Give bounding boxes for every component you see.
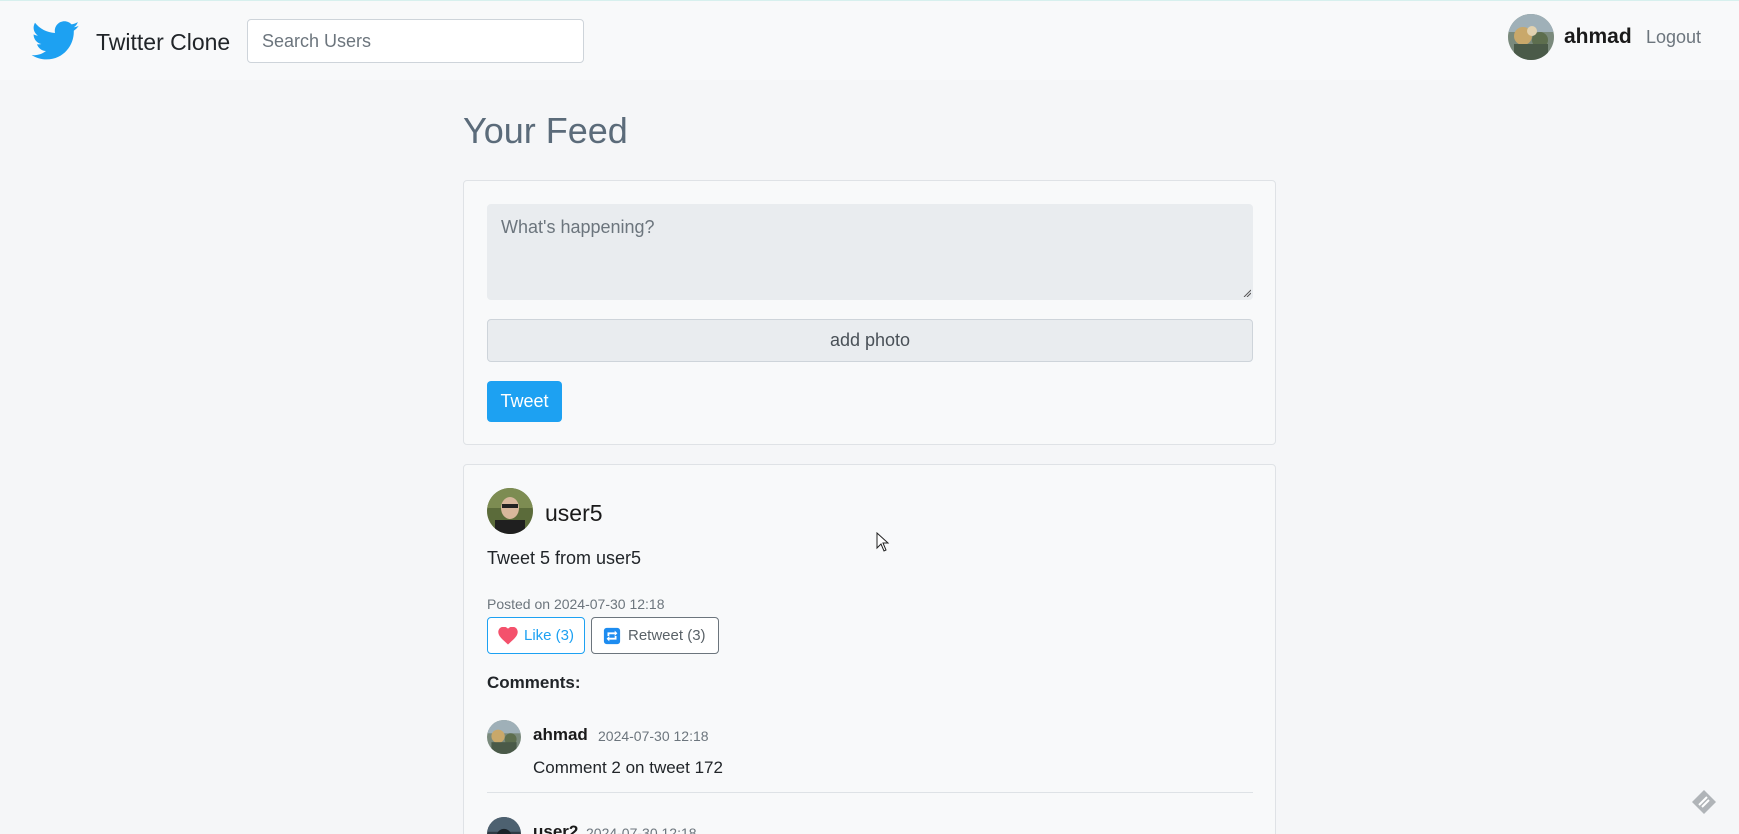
tweet-timestamp: Posted on 2024-07-30 12:18: [487, 596, 665, 612]
comments-heading: Comments:: [487, 673, 581, 692]
logout-link[interactable]: Logout: [1646, 27, 1701, 48]
comment-timestamp: 2024-07-30 12:18: [586, 825, 697, 834]
page-title: Your Feed: [463, 110, 628, 151]
avatar[interactable]: [487, 488, 533, 534]
avatar[interactable]: [487, 817, 521, 834]
tweet-button[interactable]: Tweet: [487, 381, 562, 422]
twitter-bird-icon[interactable]: [30, 21, 82, 61]
tweet-compose-input[interactable]: [487, 204, 1253, 300]
comment-divider: [487, 792, 1253, 793]
tweet-content: Tweet 5 from user5: [487, 548, 642, 568]
retweet-icon: [603, 627, 621, 645]
add-photo-button[interactable]: add photo: [487, 319, 1253, 362]
corner-widget-icon[interactable]: [1690, 788, 1718, 816]
like-label: Like (3): [524, 627, 575, 644]
brand-name[interactable]: Twitter Clone: [96, 29, 230, 56]
retweet-button[interactable]: Retweet (3): [591, 617, 719, 654]
avatar[interactable]: [487, 720, 521, 754]
avatar[interactable]: [1508, 14, 1554, 60]
comment-timestamp: 2024-07-30 12:18: [598, 728, 709, 744]
comment-username[interactable]: ahmad: [533, 725, 588, 745]
mouse-cursor-icon: [876, 532, 890, 552]
like-button[interactable]: Like (3): [487, 617, 585, 654]
compose-card: add photo Tweet: [463, 180, 1276, 445]
tweet-author[interactable]: user5: [545, 500, 603, 527]
search-input[interactable]: [247, 19, 584, 63]
comment-text: Comment 2 on tweet 172: [533, 758, 723, 777]
heart-icon: [498, 627, 518, 645]
navbar: Twitter Clone ahmad Logout: [0, 0, 1739, 80]
retweet-label: Retweet (3): [628, 627, 706, 644]
resize-grip-icon[interactable]: [1243, 289, 1251, 297]
current-username[interactable]: ahmad: [1564, 25, 1632, 49]
tweet-card: user5 Tweet 5 from user5 Posted on 2024-…: [463, 464, 1276, 834]
comment-username[interactable]: user2: [533, 822, 578, 834]
